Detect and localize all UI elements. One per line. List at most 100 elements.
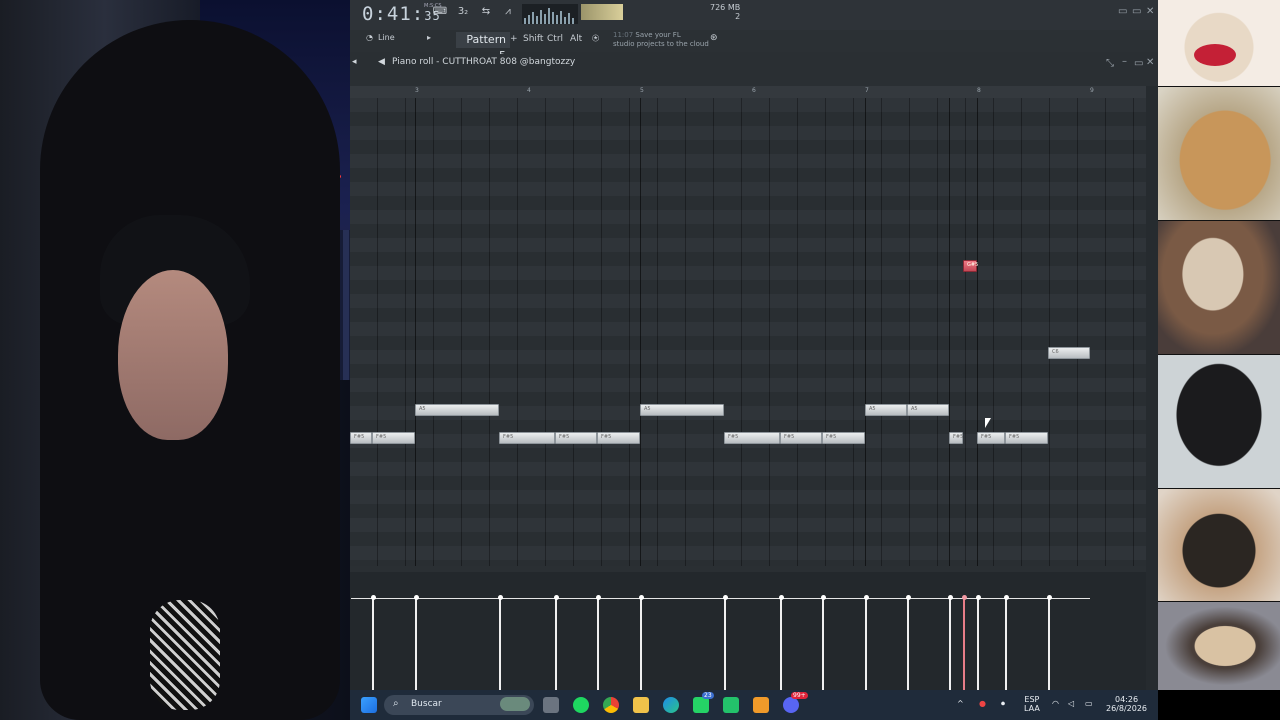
- velocity-handle[interactable]: [821, 595, 826, 600]
- velocity-bar[interactable]: [724, 598, 726, 690]
- snap-icon[interactable]: ◔: [366, 33, 373, 42]
- velocity-bar[interactable]: [822, 598, 824, 690]
- velocity-bar[interactable]: [907, 598, 909, 690]
- note-selected[interactable]: G#5: [963, 260, 979, 272]
- velocity-handle[interactable]: [371, 595, 376, 600]
- bar-line: [415, 98, 416, 566]
- tray-app-icon[interactable]: ●: [979, 699, 986, 708]
- velocity-bar-selected[interactable]: [963, 598, 965, 690]
- piano-roll-tools-icon[interactable]: ⤡: [1106, 58, 1114, 69]
- note[interactable]: F#5: [1005, 432, 1048, 444]
- file-explorer-icon[interactable]: [633, 697, 649, 713]
- shift-button[interactable]: Shift: [523, 34, 543, 44]
- taskbar-clock[interactable]: 04:26 26/8/2026: [1106, 695, 1147, 713]
- close-icon[interactable]: ✕: [1146, 6, 1154, 17]
- volume-icon[interactable]: ◁: [1068, 699, 1074, 708]
- velocity-handle[interactable]: [948, 595, 953, 600]
- velocity-handle[interactable]: [906, 595, 911, 600]
- snap-select[interactable]: Line: [378, 33, 395, 42]
- piano-roll-minimize-icon[interactable]: –: [1122, 56, 1127, 67]
- piano-roll-restore-icon[interactable]: ▭: [1134, 58, 1143, 69]
- velocity-handle[interactable]: [1004, 595, 1009, 600]
- language-code: ESP: [1024, 695, 1040, 704]
- velocity-handle[interactable]: [554, 595, 559, 600]
- velocity-bar[interactable]: [1048, 598, 1050, 690]
- menu-arrow-icon[interactable]: ◂: [352, 57, 357, 67]
- task-view-icon[interactable]: [543, 697, 559, 713]
- velocity-bar[interactable]: [780, 598, 782, 690]
- velocity-bar[interactable]: [1005, 598, 1007, 690]
- note-grid[interactable]: [350, 98, 1146, 566]
- typing-keyboard-icon[interactable]: ⌨: [432, 6, 448, 22]
- note[interactable]: C6: [1048, 347, 1090, 359]
- add-pattern-button[interactable]: +: [510, 34, 518, 44]
- piano-roll-close-icon[interactable]: ✕: [1146, 57, 1154, 68]
- note[interactable]: F#5: [724, 432, 780, 444]
- ctrl-button[interactable]: Ctrl: [547, 34, 563, 44]
- velocity-handle[interactable]: [779, 595, 784, 600]
- velocity-handle[interactable]: [976, 595, 981, 600]
- note[interactable]: F#5: [499, 432, 555, 444]
- velocity-handle-selected[interactable]: [962, 595, 967, 600]
- hoodie-print: [150, 600, 220, 710]
- metronome-icon[interactable]: ⩘: [500, 6, 516, 22]
- step-edit-button[interactable]: 3₂: [454, 6, 472, 22]
- timeline-ruler[interactable]: 3 4 5 6 7 8 9: [350, 86, 1146, 98]
- velocity-bar[interactable]: [415, 598, 417, 690]
- alt-button[interactable]: Alt: [570, 34, 582, 44]
- vertical-scrollbar[interactable]: [1146, 86, 1158, 690]
- velocity-handle[interactable]: [1047, 595, 1052, 600]
- velocity-bar[interactable]: [555, 598, 557, 690]
- velocity-handle[interactable]: [864, 595, 869, 600]
- velocity-handle[interactable]: [498, 595, 503, 600]
- language-indicator[interactable]: ESP LAA: [1024, 695, 1040, 713]
- velocity-lane[interactable]: [350, 572, 1146, 690]
- note[interactable]: F#5: [780, 432, 822, 444]
- note[interactable]: F#5: [597, 432, 640, 444]
- velocity-bar[interactable]: [977, 598, 979, 690]
- app-icon[interactable]: [723, 697, 739, 713]
- fl-studio-icon[interactable]: [753, 697, 769, 713]
- speaker-icon[interactable]: ◀: [378, 57, 385, 67]
- battery-icon[interactable]: ▭: [1085, 699, 1093, 708]
- velocity-handle[interactable]: [414, 595, 419, 600]
- spotify-icon[interactable]: [573, 697, 589, 713]
- velocity-bar[interactable]: [949, 598, 951, 690]
- microphone-icon[interactable]: ⏺: [1001, 699, 1005, 708]
- note-label: G#5: [967, 262, 979, 268]
- loop-record-icon[interactable]: ⇆: [478, 6, 494, 22]
- pattern-selector[interactable]: Pattern 5: [456, 32, 510, 62]
- velocity-bar[interactable]: [865, 598, 867, 690]
- note[interactable]: F#5: [822, 432, 865, 444]
- cloud-icon[interactable]: ⊛: [710, 33, 718, 43]
- search-placeholder: Buscar: [411, 699, 442, 709]
- edge-icon[interactable]: [663, 697, 679, 713]
- note[interactable]: F#5: [949, 432, 963, 444]
- velocity-bar[interactable]: [372, 598, 374, 690]
- velocity-bar[interactable]: [499, 598, 501, 690]
- wifi-icon[interactable]: ◠: [1052, 699, 1059, 708]
- windows-start-icon[interactable]: [361, 697, 377, 713]
- note[interactable]: F#5: [372, 432, 415, 444]
- note[interactable]: A5: [640, 404, 724, 416]
- taskbar-search[interactable]: ⌕ Buscar: [384, 695, 534, 715]
- note[interactable]: F#5: [977, 432, 1005, 444]
- restore-icon[interactable]: ▭: [1132, 6, 1141, 17]
- tray-chevron-icon[interactable]: ^: [957, 699, 964, 708]
- whatsapp-icon[interactable]: 23: [693, 692, 714, 713]
- pattern-prev-icon[interactable]: ▸: [427, 33, 431, 42]
- note[interactable]: A5: [907, 404, 949, 416]
- velocity-handle[interactable]: [723, 595, 728, 600]
- note[interactable]: A5: [415, 404, 499, 416]
- note[interactable]: F#5: [350, 432, 372, 444]
- minimize-icon[interactable]: ▭: [1118, 6, 1127, 17]
- velocity-bar[interactable]: [597, 598, 599, 690]
- chrome-icon[interactable]: [603, 697, 619, 713]
- velocity-handle[interactable]: [639, 595, 644, 600]
- note[interactable]: A5: [865, 404, 907, 416]
- cpu-graph: [522, 4, 578, 24]
- velocity-bar[interactable]: [640, 598, 642, 690]
- note[interactable]: F#5: [555, 432, 597, 444]
- discord-icon[interactable]: 99+: [783, 692, 808, 713]
- velocity-handle[interactable]: [596, 595, 601, 600]
